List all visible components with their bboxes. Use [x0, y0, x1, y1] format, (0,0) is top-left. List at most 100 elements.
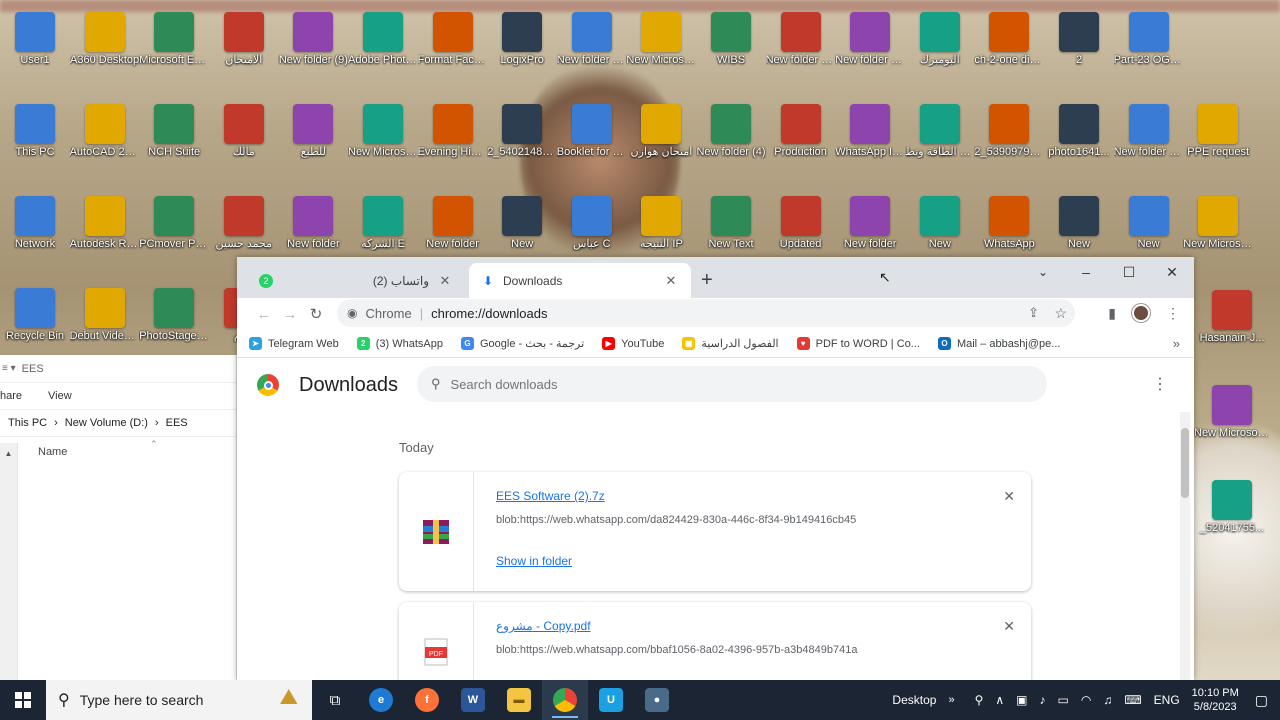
bookmark-item[interactable]: 2 (3) WhatsApp — [356, 337, 443, 350]
bookmarks-overflow-icon[interactable]: » — [1173, 336, 1180, 351]
minimize-button[interactable]: – — [1064, 259, 1108, 285]
battery-icon[interactable]: ▭ — [1058, 693, 1069, 707]
remove-download-icon[interactable]: ✕ — [1003, 618, 1015, 635]
desktop-icon[interactable]: New folder (9) — [278, 12, 348, 67]
close-window-button[interactable]: ✕ — [1150, 259, 1194, 285]
chrome-menu-icon[interactable]: ⋮ — [1166, 305, 1180, 322]
desktop-icon[interactable]: This PC — [0, 104, 70, 159]
desktop-icon[interactable]: New Microsoft ... — [1194, 385, 1270, 440]
remove-download-icon[interactable]: ✕ — [1003, 488, 1015, 505]
download-filename-link[interactable]: EES Software (2).7z — [496, 489, 605, 503]
desktop-icon[interactable]: photo1641... — [1044, 104, 1114, 159]
desktop-icon[interactable]: New folder (13) — [1114, 104, 1184, 159]
desktop-icon[interactable]: _52041755... — [1194, 480, 1270, 535]
address-bar[interactable]: ◉ Chrome | chrome://downloads ⇪ ☆ — [337, 299, 1075, 327]
desktop-icon[interactable]: الامتحان — [209, 12, 279, 67]
bookmark-star-icon[interactable]: ☆ — [1054, 305, 1067, 322]
desktop-icon[interactable]: New Microsoft ... — [1183, 196, 1253, 251]
desktop-icon[interactable]: New folder (10) — [766, 12, 836, 67]
desktop-icon[interactable]: Hasanain-J... — [1194, 290, 1270, 345]
desktop-icon[interactable]: الحفاظ ع الطاقة وتط... — [905, 104, 975, 159]
desktop-icon[interactable]: PCmover Professional — [139, 196, 209, 251]
desktop-icon[interactable]: للطبع — [278, 104, 348, 159]
desktop-icon[interactable]: Evening Highlights ... — [418, 104, 488, 159]
taskbar-file-explorer[interactable]: ▬ — [496, 680, 542, 720]
desktop-icon[interactable]: امتحان هوازن — [626, 104, 696, 159]
desktop-icon[interactable]: النتيجه IP — [626, 196, 696, 251]
bookmark-item[interactable]: ♥ PDF to WORD | Co... — [796, 337, 920, 350]
tab-downloads[interactable]: ⬇ Downloads ✕ — [469, 263, 691, 298]
desktop-icon[interactable]: New — [905, 196, 975, 251]
tab-search-icon[interactable]: ⌄ — [1021, 259, 1065, 285]
bookmark-item[interactable]: G Google - ترجمة - بحث — [460, 337, 584, 350]
desktop-icon[interactable]: مالك — [209, 104, 279, 159]
more-actions-icon[interactable]: ⋮ — [1152, 374, 1168, 394]
taskbar-firefox[interactable]: f — [404, 680, 450, 720]
desktop-icon[interactable]: محمد حسين — [209, 196, 279, 251]
desktop-icon[interactable]: PPE request — [1183, 104, 1253, 159]
breadcrumb-ees[interactable]: EES — [166, 417, 188, 429]
tab-close-icon[interactable]: ✕ — [663, 273, 679, 289]
bookmark-item[interactable]: ▶ YouTube — [602, 337, 664, 350]
page-scrollbar[interactable] — [1180, 412, 1190, 680]
desktop-icon[interactable]: New folder — [418, 196, 488, 251]
desktop-icon[interactable]: Format Factory — [418, 12, 488, 67]
desktop-icon[interactable]: User1 — [0, 12, 70, 67]
desktop-icon[interactable]: New folder — [835, 196, 905, 251]
taskbar-word[interactable]: W — [450, 680, 496, 720]
search-input[interactable] — [450, 376, 971, 392]
desktop-icon[interactable]: Recycle Bin — [0, 288, 70, 343]
search-box[interactable]: ⚲ — [417, 366, 1047, 402]
meet-icon[interactable]: ▣ — [1016, 693, 1027, 707]
keyboard-icon[interactable]: ⌨ — [1124, 693, 1141, 707]
share-icon[interactable]: ⇪ — [1028, 305, 1039, 321]
taskbar-chrome[interactable] — [542, 680, 588, 720]
scroll-up-icon[interactable]: ▲ — [0, 449, 17, 458]
taskbar-recorder[interactable]: ● — [634, 680, 680, 720]
desktop-icon[interactable]: NCH Suite — [139, 104, 209, 159]
language-indicator[interactable]: ENG — [1154, 693, 1180, 707]
desktop-icon[interactable]: الشركه E — [348, 196, 418, 251]
desktop-icon[interactable]: عباس C — [557, 196, 627, 251]
desktop-icon[interactable]: Booklet for Driving PC... — [557, 104, 627, 159]
desktop-icon[interactable]: LogixPro — [487, 12, 557, 67]
desktop-icon[interactable]: PhotoStage Slidesho... — [139, 288, 209, 343]
back-button[interactable]: ← — [251, 306, 277, 323]
desktop-icon[interactable]: AutoCAD 2016 - E... — [70, 104, 140, 159]
scrollbar-thumb[interactable] — [1181, 428, 1189, 498]
taskbar-edge[interactable]: e — [358, 680, 404, 720]
desktop-icon[interactable]: New folder (22) — [835, 12, 905, 67]
desktop-icon[interactable]: ch-2-one dimensio... — [974, 12, 1044, 67]
tab-whatsapp[interactable]: 2 (2) واتساب ✕ — [247, 263, 465, 298]
desktop-icon[interactable]: Adobe Photosh... — [348, 12, 418, 67]
maximize-button[interactable]: ☐ — [1107, 259, 1151, 285]
desktop-icon[interactable]: A360 Desktop — [70, 12, 140, 67]
tab-close-icon[interactable]: ✕ — [437, 273, 453, 289]
ribbon-tab-share[interactable]: hare — [0, 390, 22, 402]
desktop-icon[interactable]: New folder — [278, 196, 348, 251]
task-view-button[interactable]: ⧉ — [312, 680, 358, 720]
microphone-icon[interactable]: ♪ — [1040, 693, 1046, 707]
desktop-icon[interactable]: Network — [0, 196, 70, 251]
desktop-icon[interactable]: Debut Video Capture S... — [70, 288, 140, 343]
breadcrumb-volume[interactable]: New Volume (D:) — [65, 417, 148, 429]
desktop-icon[interactable]: New — [1114, 196, 1184, 251]
breadcrumb-this-pc[interactable]: This PC — [8, 417, 47, 429]
desktop-icon[interactable]: البومبرك — [905, 12, 975, 67]
bookmark-item[interactable]: ▣ الفصول الدراسية — [682, 337, 779, 350]
bookmark-item[interactable]: ➤ Telegram Web — [249, 337, 339, 350]
desktop-icon[interactable]: New Microsof... — [626, 12, 696, 67]
column-header-name[interactable]: Name ⌃ — [0, 437, 236, 467]
side-panel-icon[interactable]: ▮ — [1108, 305, 1116, 322]
desktop-icon[interactable]: Production — [766, 104, 836, 159]
explorer-scrollbar[interactable]: ▲ — [0, 443, 18, 680]
desktop-icon[interactable]: 2 — [1044, 12, 1114, 67]
notifications-icon[interactable]: ▢ — [1255, 692, 1268, 709]
desktop-icon[interactable]: New — [487, 196, 557, 251]
desktop-icon[interactable]: Part-23 OGM-23 T... — [1114, 12, 1184, 67]
taskbar-search-box[interactable]: ⚲ Type here to search ⛰ — [46, 680, 312, 720]
new-tab-button[interactable]: + — [701, 269, 713, 292]
desktop-toolbar-label[interactable]: Desktop — [892, 693, 936, 707]
desktop-icon[interactable]: New Microsoft... — [348, 104, 418, 159]
reload-button[interactable]: ↻ — [303, 305, 329, 323]
